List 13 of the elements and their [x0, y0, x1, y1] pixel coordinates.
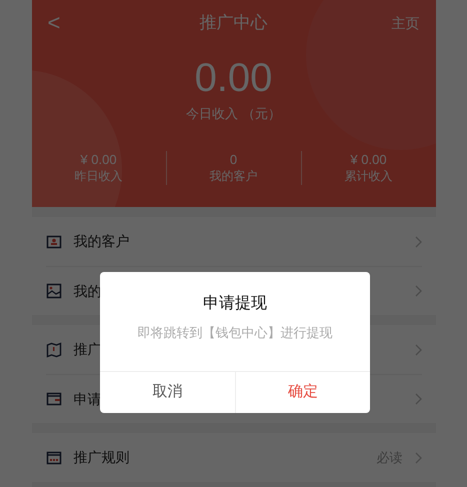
- menu-label: 推广: [74, 340, 102, 359]
- page-title: 推广中心: [200, 12, 268, 34]
- menu-label: 推广规则: [74, 448, 130, 467]
- dialog-message: 即将跳转到【钱包中心】进行提现: [136, 324, 334, 342]
- stat-label: 累计收入: [344, 168, 392, 184]
- today-amount: 0.00: [194, 55, 272, 102]
- stat-value: 0: [230, 150, 238, 168]
- menu-label: 申请: [74, 390, 102, 408]
- dialog-title: 申请提现: [202, 294, 268, 314]
- today-label: 今日收入 （元）: [186, 105, 281, 123]
- stat-value: ¥ 0.00: [350, 150, 387, 168]
- menu-label: 我的客户: [74, 232, 130, 251]
- stat-label: 我的客户: [210, 168, 258, 184]
